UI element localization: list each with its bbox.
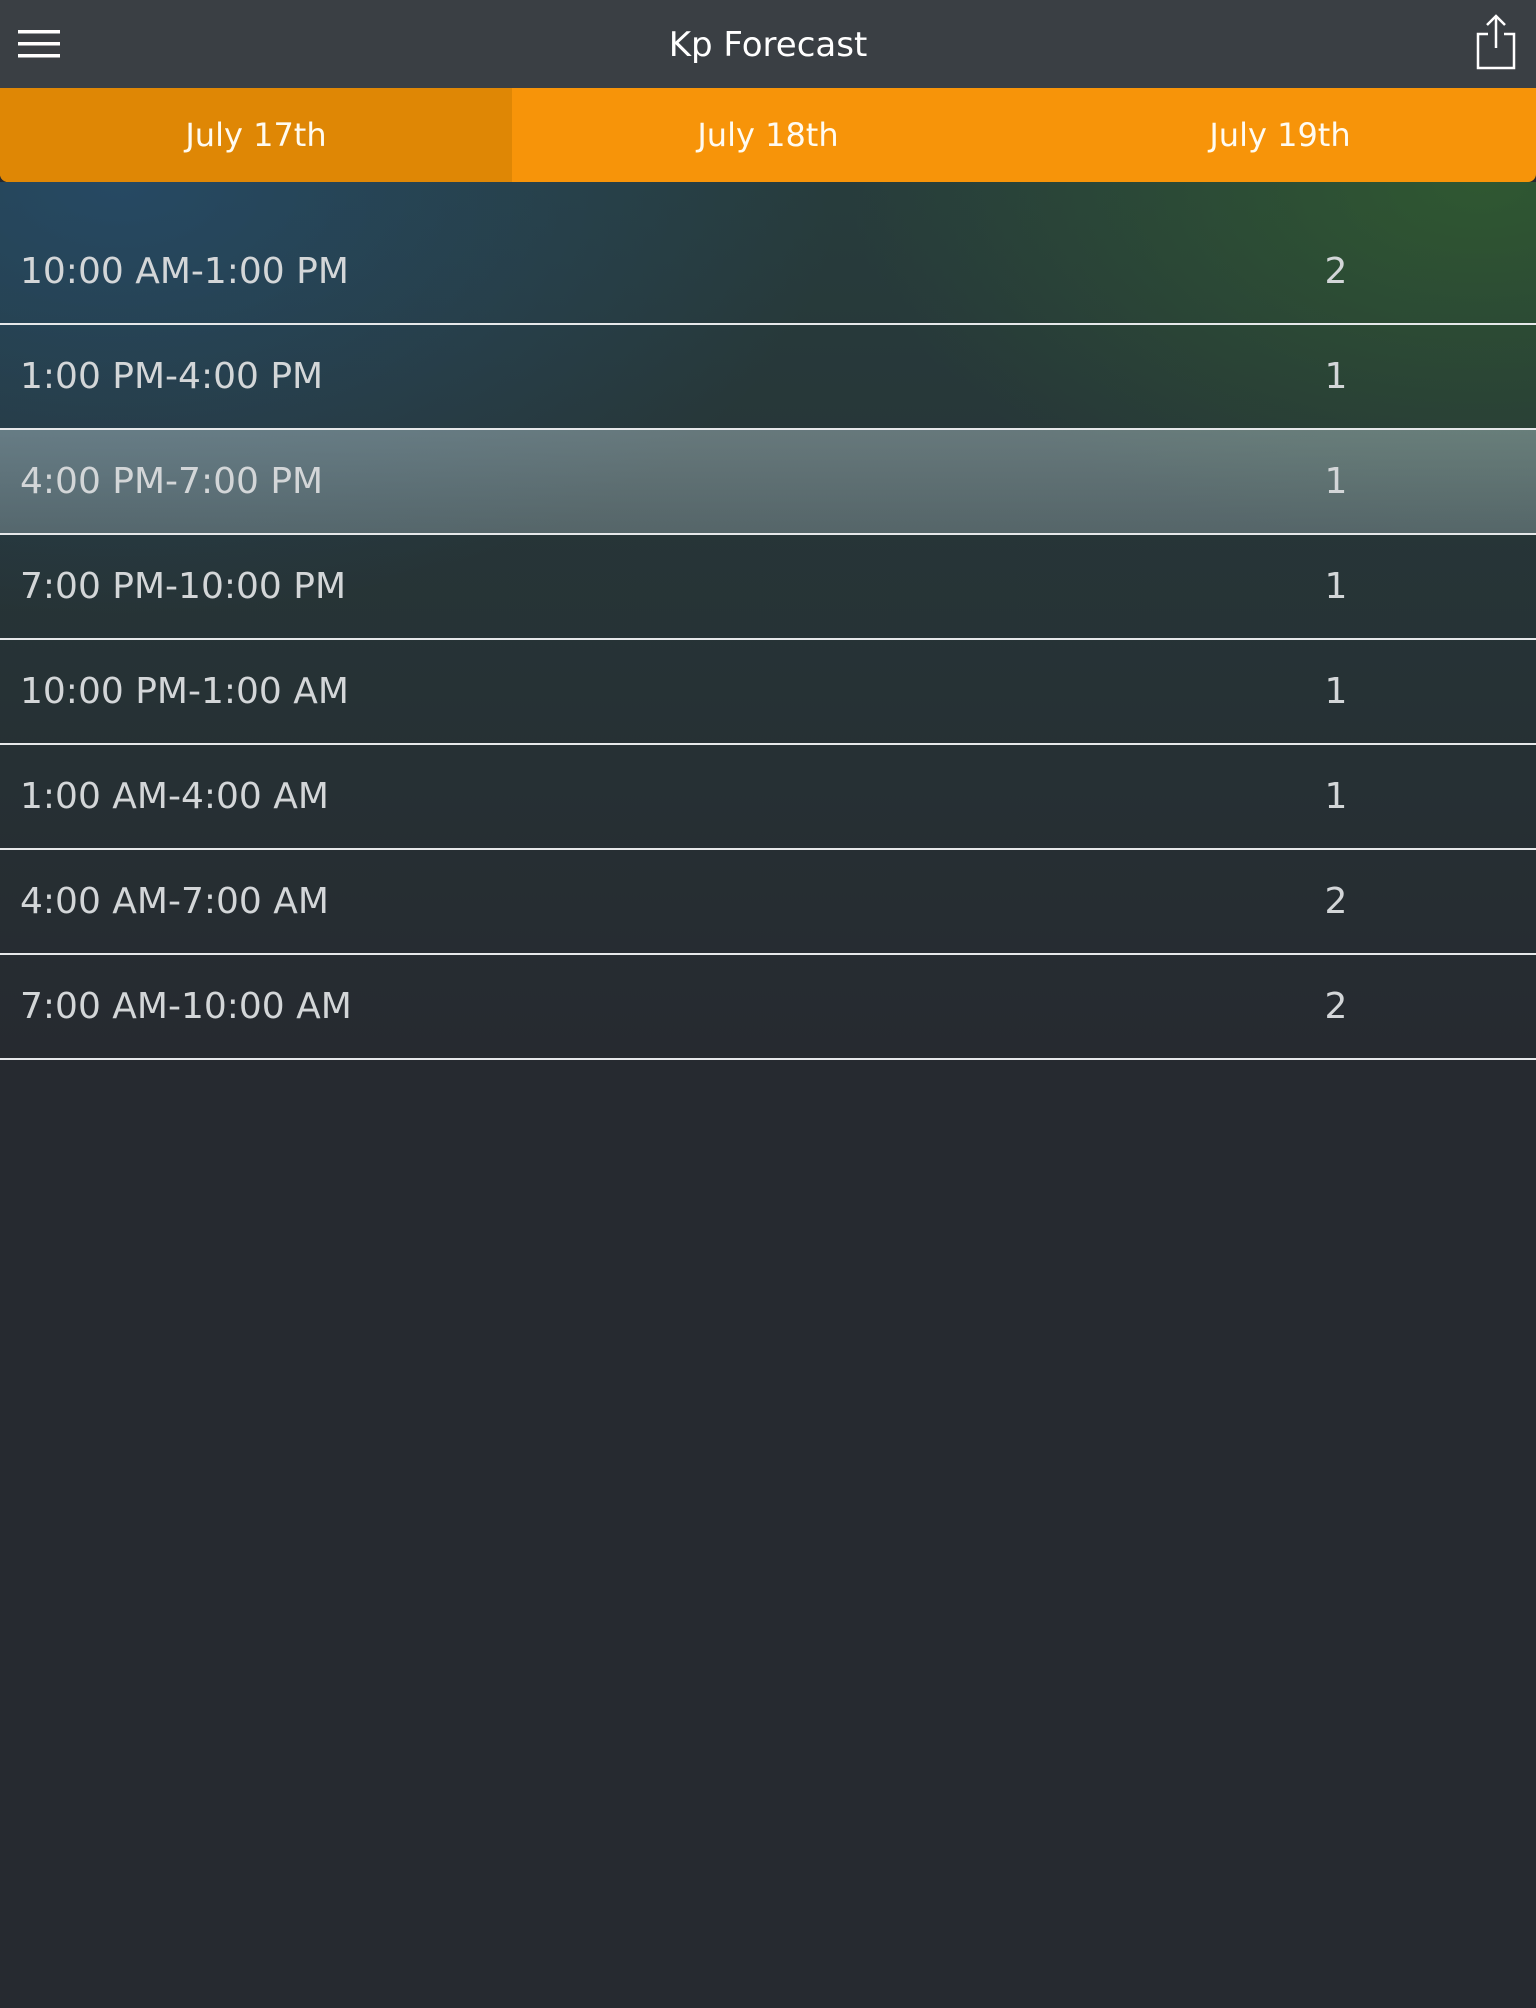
forecast-row-current[interactable]: 4:00 PM-7:00 PM 1 [0,430,1536,535]
kp-value: 1 [1324,461,1348,502]
kp-value: 1 [1324,356,1348,397]
forecast-row[interactable]: 10:00 AM-1:00 PM 2 [0,220,1536,325]
time-period-label: 1:00 PM-4:00 PM [20,356,324,397]
forecast-row[interactable]: 4:00 AM-7:00 AM 2 [0,850,1536,955]
hamburger-menu-icon[interactable] [18,28,60,60]
time-period-label: 1:00 AM-4:00 AM [20,776,329,817]
time-period-label: 7:00 AM-10:00 AM [20,986,352,1027]
forecast-row[interactable]: 10:00 PM-1:00 AM 1 [0,640,1536,745]
page-title: Kp Forecast [668,25,868,65]
time-period-label: 4:00 AM-7:00 AM [20,881,329,922]
tab-july-18th[interactable]: July 18th [512,88,1024,182]
kp-value: 1 [1324,566,1348,607]
time-period-label: 10:00 AM-1:00 PM [20,251,349,292]
kp-forecast-list: 10:00 AM-1:00 PM 2 1:00 PM-4:00 PM 1 4:0… [0,220,1536,1060]
kp-value: 2 [1324,251,1348,292]
time-period-label: 10:00 PM-1:00 AM [20,671,349,712]
tab-july-19th[interactable]: July 19th [1024,88,1536,182]
share-icon[interactable] [1474,14,1518,70]
forecast-row[interactable]: 7:00 PM-10:00 PM 1 [0,535,1536,640]
kp-value: 1 [1324,671,1348,712]
time-period-label: 4:00 PM-7:00 PM [20,461,324,502]
app-header: Kp Forecast [0,0,1536,88]
kp-value: 2 [1324,986,1348,1027]
kp-value: 2 [1324,881,1348,922]
forecast-row[interactable]: 1:00 PM-4:00 PM 1 [0,325,1536,430]
kp-value: 1 [1324,776,1348,817]
date-tabs: July 17th July 18th July 19th [0,88,1536,182]
tab-july-17th[interactable]: July 17th [0,88,512,182]
forecast-row[interactable]: 7:00 AM-10:00 AM 2 [0,955,1536,1060]
time-period-label: 7:00 PM-10:00 PM [20,566,347,607]
forecast-row[interactable]: 1:00 AM-4:00 AM 1 [0,745,1536,850]
